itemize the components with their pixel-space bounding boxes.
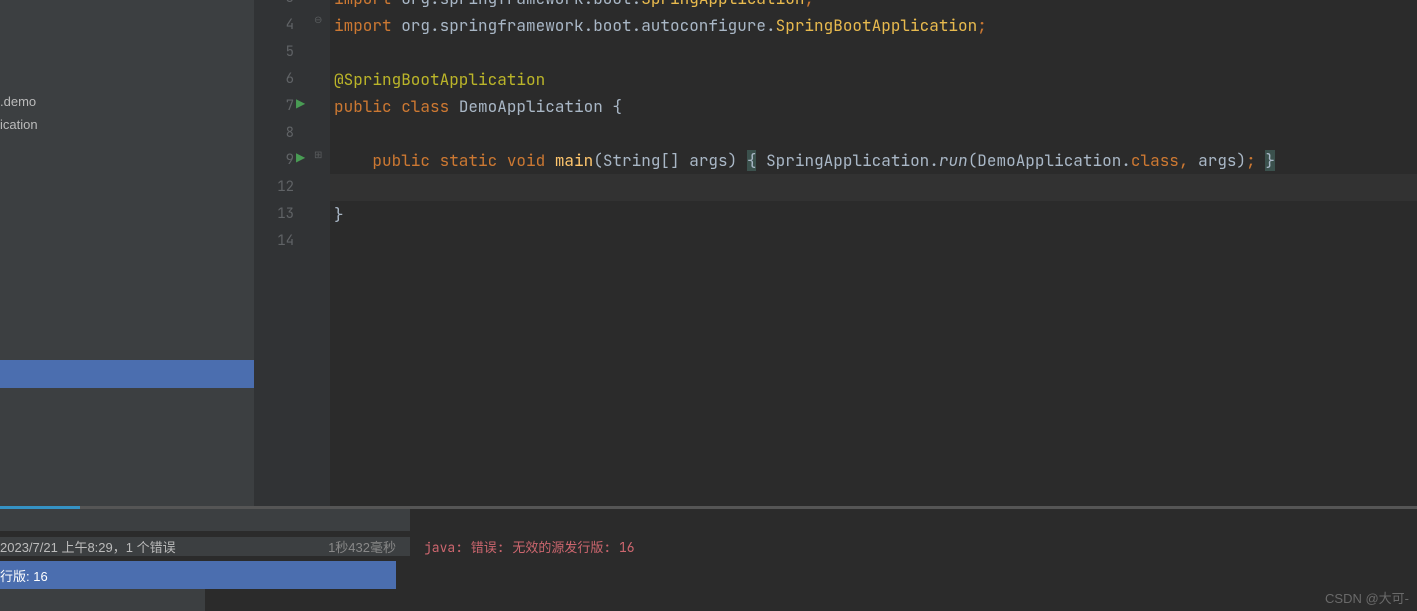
code-line[interactable] <box>330 228 1417 255</box>
code-line-current[interactable] <box>330 174 1417 201</box>
line-number[interactable]: 4 <box>254 12 312 39</box>
code-line[interactable]: import org.springframework.boot.SpringAp… <box>330 0 1417 12</box>
fold-gutter[interactable]: ⊖ ⊖ ⊞ <box>312 0 330 506</box>
code-line[interactable] <box>330 39 1417 66</box>
code-line[interactable] <box>330 120 1417 147</box>
line-number[interactable]: 12 <box>254 174 312 201</box>
line-number[interactable]: 8 <box>254 120 312 147</box>
code-line[interactable]: @SpringBootApplication <box>330 66 1417 93</box>
line-number[interactable]: 3 <box>254 0 312 12</box>
line-number[interactable]: 14 <box>254 228 312 255</box>
watermark: CSDN @大可- <box>1325 588 1409 607</box>
build-error-message[interactable]: java: 错误: 无效的源发行版: 16 <box>410 537 1417 556</box>
build-output-panel[interactable]: 2023/7/21 上午8:29，1 个错误 1秒432毫秒 java: 错误:… <box>0 506 1417 611</box>
sidebar-item-demo[interactable]: .demo <box>0 90 254 113</box>
error-detail-selected[interactable]: 行版: 16 <box>0 561 396 589</box>
code-line[interactable]: public class DemoApplication { <box>330 93 1417 120</box>
code-editor[interactable]: import org.springframework.boot.SpringAp… <box>330 0 1417 506</box>
sidebar-selection[interactable] <box>0 360 254 388</box>
project-sidebar[interactable]: .demo ication <box>0 0 254 506</box>
progress-fill <box>0 506 80 509</box>
code-line[interactable]: import org.springframework.boot.autoconf… <box>330 12 1417 39</box>
fold-icon[interactable]: ⊞ <box>314 150 322 161</box>
build-duration: 1秒432毫秒 <box>328 537 410 556</box>
fold-icon[interactable]: ⊖ <box>314 15 322 26</box>
progress-bar <box>0 506 1417 509</box>
line-number[interactable]: 5 <box>254 39 312 66</box>
sidebar-item-app[interactable]: ication <box>0 113 254 136</box>
line-number[interactable]: 13 <box>254 201 312 228</box>
line-number-gutter[interactable]: 3 4 5 6 7 8 9 12 13 14 ▶ ▶ <box>254 0 312 506</box>
build-timestamp: 2023/7/21 上午8:29，1 个错误 <box>0 537 176 556</box>
run-gutter-icon[interactable]: ▶ <box>296 150 305 164</box>
line-number[interactable]: 6 <box>254 66 312 93</box>
code-line[interactable]: public static void main(String[] args) {… <box>330 147 1417 174</box>
run-gutter-icon[interactable]: ▶ <box>296 96 305 110</box>
code-line[interactable]: } <box>330 201 1417 228</box>
